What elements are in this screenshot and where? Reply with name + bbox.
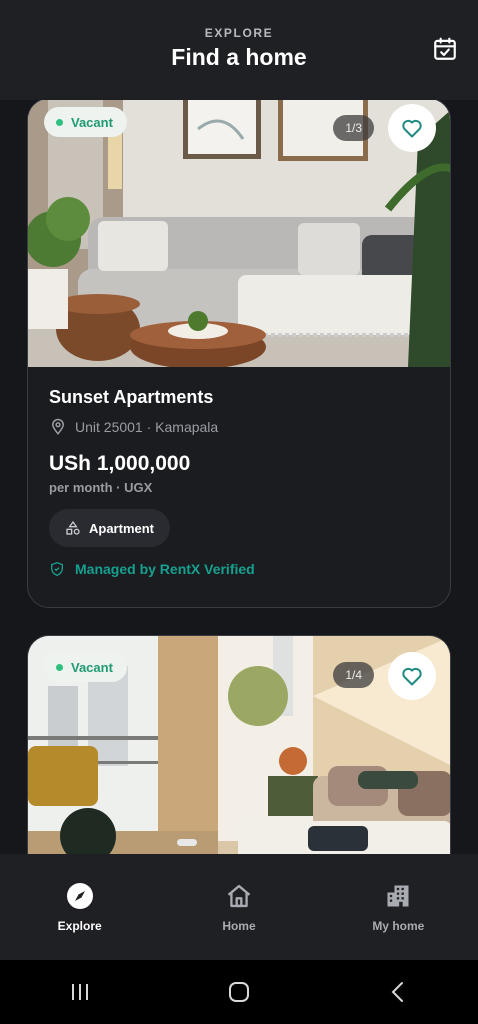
favorite-button[interactable] [388,104,436,152]
managed-text: Managed by RentX Verified [75,561,255,577]
building-icon [387,885,409,907]
shapes-icon [66,520,80,535]
nav-label: Home [222,919,256,933]
property-type-chip: Apartment [49,509,171,547]
status-badge: Vacant [44,652,127,682]
compass-icon [66,883,93,909]
listing-card[interactable]: Vacant 1/3 Sunset Apartments Unit 25001 … [27,100,451,608]
system-navigation-bar [0,960,478,1024]
nav-label: Explore [57,919,102,933]
recent-apps-icon[interactable] [68,980,92,1004]
bottom-navigation: Explore Home My home [0,854,478,960]
status-dot [56,118,63,126]
status-label: Vacant [71,659,113,675]
listings-feed[interactable]: Vacant 1/3 Sunset Apartments Unit 25001 … [0,100,478,854]
photo-counter: 1/3 [333,115,374,141]
shield-check-icon [51,561,63,577]
calendar-check-icon[interactable] [432,36,458,62]
listing-price: USh 1,000,000 [49,452,191,475]
property-type-label: Apartment [89,520,155,536]
nav-explore[interactable]: Explore [0,854,159,960]
heart-icon [402,667,422,686]
eyebrow-label: EXPLORE [204,26,274,40]
status-badge: Vacant [44,107,127,137]
nav-home[interactable]: Home [159,854,318,960]
heart-icon [402,119,422,138]
home-icon [227,884,251,908]
listing-name: Sunset Apartments [49,387,214,407]
nav-my-home[interactable]: My home [319,854,478,960]
listing-card[interactable]: Vacant 1/4 [27,635,451,854]
status-label: Vacant [71,114,113,130]
status-dot [56,663,63,671]
photo-counter: 1/4 [333,662,374,688]
price-period: per month · UGX [49,480,153,495]
listing-location: Unit 25001 · Kamapala [49,418,429,436]
top-bar: EXPLORE Find a home [0,0,478,100]
listing-photo[interactable]: Vacant 1/3 [28,100,450,367]
app-screen: EXPLORE Find a home Vacant 1/3 Sunset Ap… [0,0,478,1024]
location-pin-icon [51,418,65,435]
favorite-button[interactable] [388,652,436,700]
photo-pager-indicator [177,839,197,846]
living-room-photo [28,100,450,367]
listing-details: Sunset Apartments Unit 25001 · Kamapala … [28,367,450,577]
listing-photo[interactable]: Vacant 1/4 [28,636,450,854]
managed-badge: Managed by RentX Verified [49,561,429,577]
back-icon[interactable] [386,980,410,1004]
home-button-icon[interactable] [227,980,251,1004]
nav-label: My home [372,919,425,933]
page-title: Find a home [171,44,307,70]
location-text: Unit 25001 · Kamapala [75,419,219,435]
